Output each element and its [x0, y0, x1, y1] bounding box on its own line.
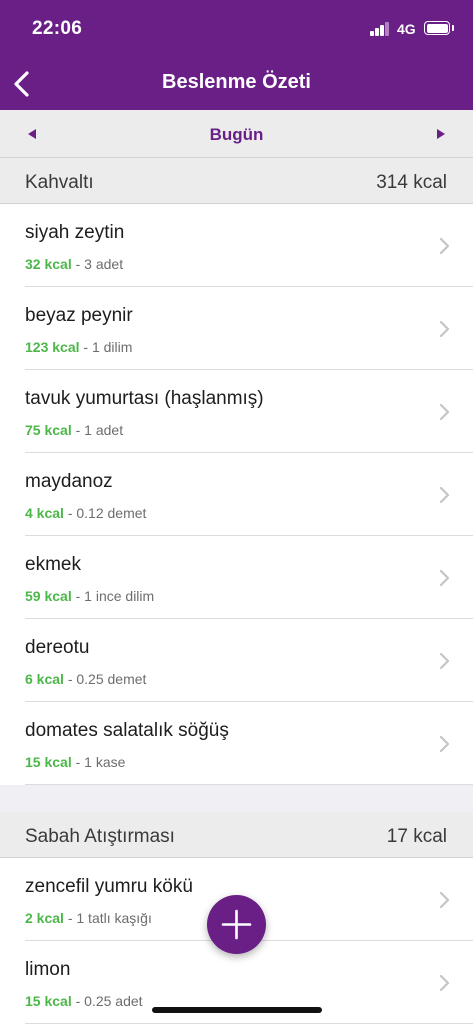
food-kcal: 75 kcal: [25, 422, 72, 438]
food-detail: 4 kcal - 0.12 demet: [25, 505, 146, 521]
chevron-right-icon: [439, 569, 450, 587]
triangle-right-icon: [437, 129, 445, 139]
food-name: limon: [25, 959, 71, 980]
food-row[interactable]: dereotu 6 kcal - 0.25 demet: [0, 619, 473, 702]
network-label: 4G: [397, 21, 416, 37]
food-row[interactable]: ekmek 59 kcal - 1 ince dilim: [0, 536, 473, 619]
chevron-right-icon: [439, 891, 450, 909]
food-kcal: 15 kcal: [25, 993, 72, 1009]
food-name: domates salatalık söğüş: [25, 720, 229, 741]
signal-icon: [370, 22, 390, 36]
food-row[interactable]: domates salatalık söğüş 15 kcal - 1 kase: [0, 702, 473, 785]
chevron-right-icon: [439, 237, 450, 255]
food-kcal: 15 kcal: [25, 754, 72, 770]
food-portion: - 1 tatlı kaşığı: [63, 910, 152, 926]
food-row[interactable]: siyah zeytin 32 kcal - 3 adet: [0, 204, 473, 287]
food-portion: - 1 kase: [71, 754, 126, 770]
section-header-breakfast: Kahvaltı 314 kcal: [0, 158, 473, 204]
battery-icon: [424, 21, 454, 35]
chevron-right-icon: [439, 486, 450, 504]
food-detail: 15 kcal - 1 kase: [25, 754, 125, 770]
section-header-morning-snack: Sabah Atıştırması 17 kcal: [0, 812, 473, 858]
chevron-right-icon: [439, 974, 450, 992]
date-selector: Bugün: [0, 110, 473, 158]
food-kcal: 2 kcal: [25, 910, 64, 926]
food-detail: 123 kcal - 1 dilim: [25, 339, 132, 355]
food-portion: - 0.12 demet: [63, 505, 147, 521]
add-food-button[interactable]: [207, 895, 266, 954]
date-label[interactable]: Bugün: [0, 125, 473, 145]
section-title: Sabah Atıştırması: [25, 826, 175, 847]
food-row[interactable]: tavuk yumurtası (haşlanmış) 75 kcal - 1 …: [0, 370, 473, 453]
food-portion: - 0.25 demet: [63, 671, 147, 687]
food-name: dereotu: [25, 637, 90, 658]
chevron-right-icon: [439, 403, 450, 421]
food-name: beyaz peynir: [25, 305, 133, 326]
plus-icon: [221, 909, 252, 940]
section-kcal: 17 kcal: [386, 826, 447, 847]
food-kcal: 123 kcal: [25, 339, 80, 355]
food-detail: 2 kcal - 1 tatlı kaşığı: [25, 910, 152, 926]
food-name: ekmek: [25, 554, 81, 575]
section-spacer: [0, 786, 473, 812]
page-title: Beslenme Özeti: [162, 71, 311, 93]
food-row[interactable]: beyaz peynir 123 kcal - 1 dilim: [0, 287, 473, 370]
chevron-right-icon: [439, 320, 450, 338]
section-title: Kahvaltı: [25, 172, 94, 193]
chevron-right-icon: [439, 652, 450, 670]
food-portion: - 1 dilim: [79, 339, 133, 355]
section-kcal: 314 kcal: [376, 172, 447, 193]
food-detail: 75 kcal - 1 adet: [25, 422, 123, 438]
food-detail: 59 kcal - 1 ince dilim: [25, 588, 154, 604]
status-time: 22:06: [32, 18, 83, 39]
food-portion: - 3 adet: [71, 256, 124, 272]
home-indicator[interactable]: [152, 1007, 322, 1013]
food-name: siyah zeytin: [25, 222, 125, 243]
food-portion: - 0.25 adet: [71, 993, 143, 1009]
food-name: tavuk yumurtası (haşlanmış): [25, 388, 264, 409]
food-kcal: 4 kcal: [25, 505, 64, 521]
food-name: maydanoz: [25, 471, 113, 492]
food-row[interactable]: maydanoz 4 kcal - 0.12 demet: [0, 453, 473, 536]
food-kcal: 59 kcal: [25, 588, 72, 604]
status-bar: 22:06 4G: [0, 0, 473, 58]
food-portion: - 1 adet: [71, 422, 124, 438]
food-kcal: 6 kcal: [25, 671, 64, 687]
chevron-right-icon: [439, 735, 450, 753]
food-name: zencefil yumru kökü: [25, 876, 193, 897]
food-detail: 6 kcal - 0.25 demet: [25, 671, 146, 687]
food-detail: 15 kcal - 0.25 adet: [25, 993, 143, 1009]
food-portion: - 1 ince dilim: [71, 588, 155, 604]
food-detail: 32 kcal - 3 adet: [25, 256, 123, 272]
next-day-button[interactable]: [428, 121, 454, 147]
nav-bar: Beslenme Özeti: [0, 58, 473, 110]
food-kcal: 32 kcal: [25, 256, 72, 272]
